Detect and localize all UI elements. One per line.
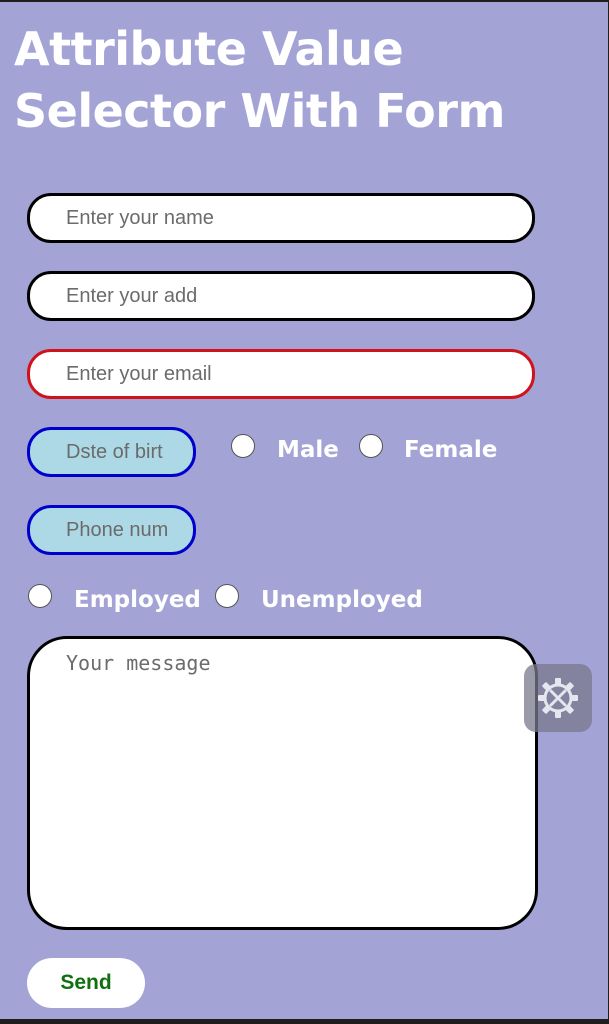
gender-female-label: Female xyxy=(404,437,498,463)
employed-label: Employed xyxy=(74,587,201,613)
gender-male-radio[interactable] xyxy=(231,434,255,458)
bottom-bar xyxy=(0,1019,609,1024)
gender-female-radio[interactable] xyxy=(359,434,383,458)
email-input[interactable] xyxy=(27,349,535,399)
phone-input[interactable] xyxy=(27,505,196,555)
gender-male-label: Male xyxy=(277,437,339,463)
message-textarea[interactable] xyxy=(27,636,538,930)
address-input[interactable] xyxy=(27,271,535,321)
unemployed-radio[interactable] xyxy=(215,584,239,608)
name-input[interactable] xyxy=(27,193,535,243)
employed-radio[interactable] xyxy=(28,584,52,608)
gear-tools-icon xyxy=(538,678,578,718)
page-title: Attribute Value Selector With Form xyxy=(14,22,505,138)
send-button[interactable]: Send xyxy=(27,958,145,1008)
unemployed-label: Unemployed xyxy=(261,587,423,613)
date-of-birth-input[interactable] xyxy=(27,427,196,477)
settings-button[interactable] xyxy=(524,664,592,732)
page: Attribute Value Selector With Form Male … xyxy=(0,2,608,1019)
